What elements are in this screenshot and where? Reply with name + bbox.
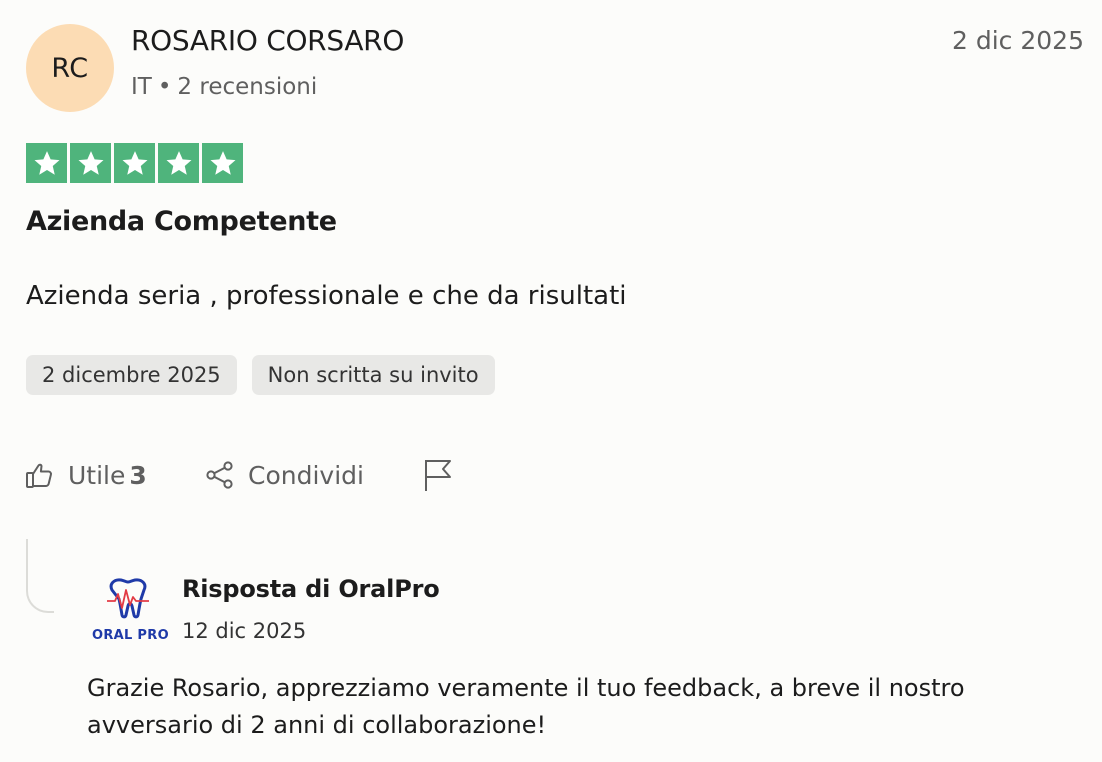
share-button[interactable]: Condividi xyxy=(204,454,364,496)
star-icon xyxy=(202,143,243,183)
star-icon xyxy=(158,143,199,183)
flag-icon xyxy=(425,460,451,491)
reviewer-meta: IT • 2 recensioni xyxy=(131,74,317,100)
meta-separator: • xyxy=(157,74,172,100)
reviewer-name[interactable]: ROSARIO CORSARO xyxy=(131,24,404,57)
reply-connector xyxy=(26,539,54,613)
useful-count: 3 xyxy=(129,460,147,490)
invitation-tag[interactable]: Non scritta su invito xyxy=(251,355,495,395)
thumbs-up-icon xyxy=(26,463,52,488)
experience-date-tag: 2 dicembre 2025 xyxy=(26,355,237,395)
review-card: RC ROSARIO CORSARO IT • 2 recensioni 2 dic… xyxy=(0,0,1102,762)
review-tags: 2 dicembre 2025 Non scritta su invito xyxy=(26,355,495,395)
star-icon xyxy=(114,143,155,183)
avatar-initials: RC xyxy=(51,52,89,84)
review-date: 2 dic 2025 xyxy=(952,26,1084,55)
share-label: Condividi xyxy=(248,460,364,490)
company-logo-text: ORAL PRO xyxy=(92,628,169,643)
star-icon xyxy=(26,143,67,183)
reply-title: Risposta di OralPro xyxy=(182,575,440,603)
reply-date: 12 dic 2025 xyxy=(182,619,307,643)
useful-button[interactable]: Utile 3 xyxy=(24,454,147,496)
company-logo[interactable]: ORAL PRO xyxy=(92,574,169,650)
star-icon xyxy=(70,143,111,183)
reply-body: Grazie Rosario, apprezziamo veramente il… xyxy=(87,674,965,739)
star-rating xyxy=(26,143,243,183)
avatar[interactable]: RC xyxy=(26,24,114,112)
share-icon xyxy=(206,461,233,489)
review-title: Azienda Competente xyxy=(26,206,337,237)
useful-label: Utile xyxy=(68,460,126,490)
report-button[interactable] xyxy=(422,454,454,496)
reviewer-country: IT xyxy=(131,74,152,100)
reviewer-review-count: 2 recensioni xyxy=(177,74,318,100)
review-body: Azienda seria , professionale e che da r… xyxy=(26,281,627,311)
tooth-logo-icon xyxy=(107,578,149,619)
